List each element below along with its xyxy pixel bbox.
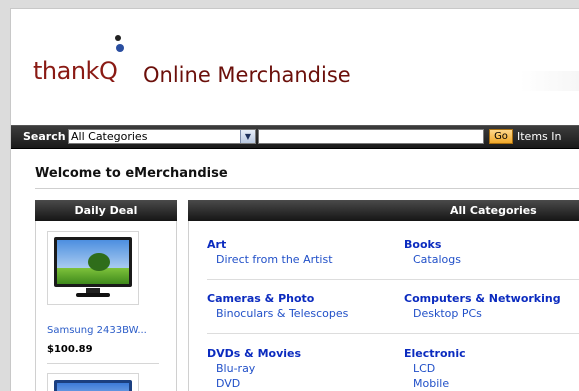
category-title[interactable]: DVDs & Movies — [207, 347, 301, 360]
category-title[interactable]: Computers & Networking — [404, 292, 561, 305]
category-link[interactable]: LCD — [404, 362, 466, 375]
site-title: Online Merchandise — [143, 63, 351, 87]
category-link[interactable]: Direct from the Artist — [207, 253, 333, 266]
search-bar: Search All Categories ▼ Go Items In — [11, 125, 579, 149]
category-group-dvds: DVDs & Movies Blu-ray DVD — [207, 347, 301, 390]
category-group-cameras: Cameras & Photo Binoculars & Telescopes — [207, 292, 348, 320]
divider — [207, 333, 579, 334]
items-in-label: Items In — [517, 130, 562, 143]
category-link[interactable]: DVD — [207, 377, 301, 390]
search-input[interactable] — [258, 129, 484, 144]
site-header: thankQ Online Merchandise — [11, 9, 579, 121]
category-title[interactable]: Electronic — [404, 347, 466, 360]
go-button[interactable]: Go — [489, 129, 513, 144]
deal-product-link[interactable]: Samsung 2433BW... — [47, 325, 147, 336]
monitor-icon — [54, 380, 132, 391]
categories-header-label: All Categories — [450, 204, 537, 217]
category-link[interactable]: Mobile — [404, 377, 466, 390]
search-label: Search — [23, 130, 66, 143]
logo-dot-icon — [115, 35, 121, 41]
chevron-down-icon[interactable]: ▼ — [240, 130, 255, 143]
deal-product-image[interactable] — [47, 373, 139, 391]
logo-dot-icon — [116, 44, 124, 52]
category-title[interactable]: Cameras & Photo — [207, 292, 348, 305]
category-link[interactable]: Binoculars & Telescopes — [207, 307, 348, 320]
category-group-computers: Computers & Networking Desktop PCs — [404, 292, 561, 320]
category-group-art: Art Direct from the Artist — [207, 238, 333, 266]
monitor-icon — [54, 237, 132, 287]
deal-price: $100.89 — [47, 344, 93, 355]
divider — [47, 363, 159, 364]
thankq-logo[interactable]: thankQ — [33, 31, 143, 101]
category-group-electronic: Electronic LCD Mobile — [404, 347, 466, 390]
daily-deal-header: Daily Deal — [35, 200, 177, 221]
divider — [207, 279, 579, 280]
divider — [35, 188, 579, 189]
deal-product-image[interactable] — [47, 231, 139, 305]
categories-header: All Categories — [188, 200, 579, 221]
category-select[interactable]: All Categories ▼ — [68, 129, 256, 144]
category-select-value: All Categories — [71, 130, 148, 143]
category-group-books: Books Catalogs — [404, 238, 461, 266]
page: thankQ Online Merchandise Search All Cat… — [10, 8, 579, 391]
category-link[interactable]: Desktop PCs — [404, 307, 561, 320]
category-link[interactable]: Catalogs — [404, 253, 461, 266]
category-title[interactable]: Art — [207, 238, 333, 251]
category-title[interactable]: Books — [404, 238, 461, 251]
header-decoration — [520, 71, 579, 91]
page-title: Welcome to eMerchandise — [35, 166, 228, 181]
logo-text: thankQ — [33, 57, 118, 85]
category-link[interactable]: Blu-ray — [207, 362, 301, 375]
